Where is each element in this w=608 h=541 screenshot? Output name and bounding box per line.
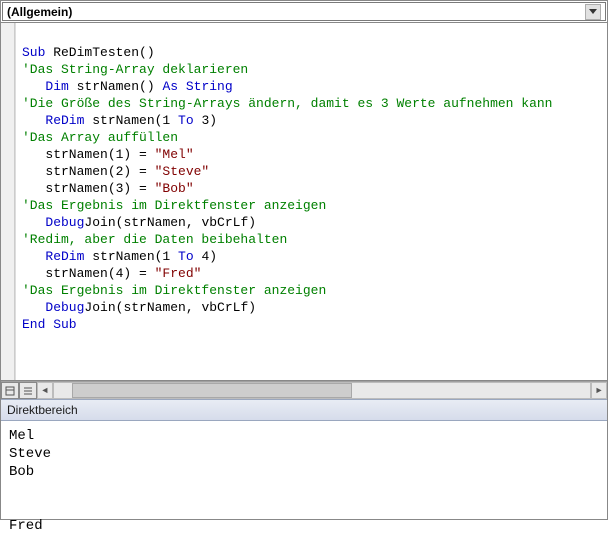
code-comment: 'Das Ergebnis im Direktfenster anzeigen bbox=[22, 198, 326, 213]
code-text: ReDimTesten() bbox=[45, 45, 154, 60]
code-keyword: Sub bbox=[22, 45, 45, 60]
code-string: "Mel" bbox=[155, 147, 194, 162]
code-text: strNamen(4) = bbox=[45, 266, 154, 281]
code-text: (strNamen, vbCrLf) bbox=[116, 215, 256, 230]
code-text: strNamen(1 bbox=[84, 249, 178, 264]
code-keyword: To bbox=[178, 113, 194, 128]
code-comment: 'Die Größe des String-Arrays ändern, dam… bbox=[22, 96, 553, 111]
code-keyword: End Sub bbox=[22, 317, 77, 332]
code-text: strNamen(1) = bbox=[45, 147, 154, 162]
code-keyword: ReDim bbox=[45, 113, 84, 128]
code-comment: 'Das Array auffüllen bbox=[22, 130, 178, 145]
chevron-down-icon[interactable] bbox=[585, 4, 601, 20]
code-text: 4) bbox=[194, 249, 217, 264]
code-string: "Bob" bbox=[155, 181, 194, 196]
code-comment: 'Das Ergebnis im Direktfenster anzeigen bbox=[22, 283, 326, 298]
code-string: "Steve" bbox=[155, 164, 210, 179]
code-text: strNamen() bbox=[69, 79, 163, 94]
scroll-thumb[interactable] bbox=[72, 383, 352, 398]
view-scrollbar-row: ◄ ► bbox=[1, 381, 607, 399]
horizontal-scrollbar[interactable] bbox=[53, 382, 591, 399]
code-text: (strNamen, vbCrLf) bbox=[116, 300, 256, 315]
object-procedure-bar: (Allgemein) bbox=[1, 1, 607, 23]
code-pane: Sub ReDimTesten() 'Das String-Array dekl… bbox=[1, 23, 607, 381]
immediate-window-title: Direktbereich bbox=[1, 399, 607, 421]
code-text: strNamen(3) = bbox=[45, 181, 154, 196]
code-editor[interactable]: Sub ReDimTesten() 'Das String-Array dekl… bbox=[15, 23, 607, 380]
code-text: 3) bbox=[194, 113, 217, 128]
code-text: Join bbox=[84, 215, 115, 230]
immediate-window[interactable]: Mel Steve Bob Fred bbox=[1, 421, 607, 541]
code-keyword: To bbox=[178, 249, 194, 264]
full-module-view-icon[interactable] bbox=[19, 382, 37, 399]
scroll-left-icon[interactable]: ◄ bbox=[37, 382, 53, 399]
code-text: strNamen(2) = bbox=[45, 164, 154, 179]
code-keyword: ReDim bbox=[45, 249, 84, 264]
object-dropdown[interactable]: (Allgemein) bbox=[2, 2, 606, 21]
object-dropdown-value: (Allgemein) bbox=[7, 5, 72, 19]
code-text: strNamen(1 bbox=[84, 113, 178, 128]
code-object: Debug bbox=[45, 300, 84, 315]
code-keyword: As String bbox=[162, 79, 232, 94]
code-keyword: Dim bbox=[45, 79, 68, 94]
scroll-right-icon[interactable]: ► bbox=[591, 382, 607, 399]
code-comment: 'Redim, aber die Daten beibehalten bbox=[22, 232, 287, 247]
margin-indicator-bar bbox=[1, 23, 15, 380]
procedure-view-icon[interactable] bbox=[1, 382, 19, 399]
code-text: Join bbox=[84, 300, 115, 315]
code-string: "Fred" bbox=[155, 266, 202, 281]
code-object: Debug bbox=[45, 215, 84, 230]
immediate-output: Mel Steve Bob Fred bbox=[9, 428, 51, 534]
code-comment: 'Das String-Array deklarieren bbox=[22, 62, 248, 77]
